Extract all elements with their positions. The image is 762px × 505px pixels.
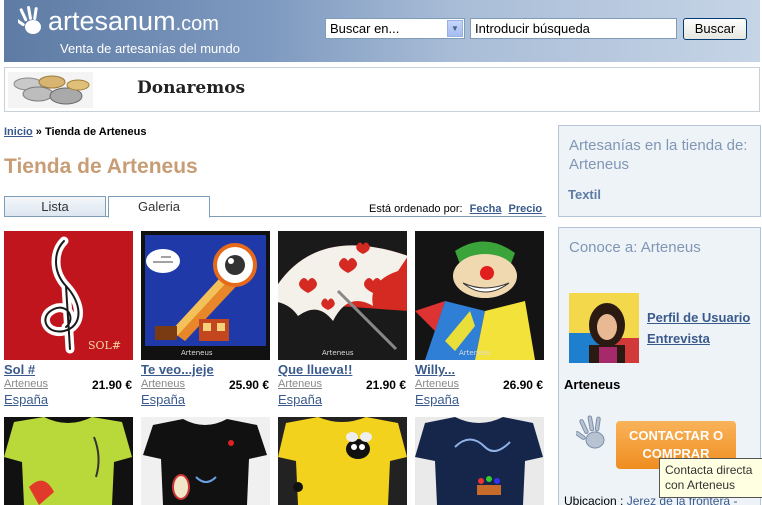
product-image[interactable] [4,417,133,505]
site-tagline: Venta de artesanías del mundo [60,41,240,56]
sort-label: Está ordenado por: [369,203,463,215]
product-image[interactable] [278,417,407,505]
interview-link[interactable]: Entrevista [647,331,710,346]
thumb-brand: Arteneus [322,349,354,357]
thumb-brand: Arteneus [181,349,213,357]
product-country[interactable]: España [415,392,459,407]
location-label: Ubicacion : [564,494,624,505]
search-scope-select[interactable]: Buscar en... ▼ [325,18,465,39]
product-image[interactable]: Arteneus [141,231,270,360]
breadcrumb-current: Tienda de Arteneus [44,126,147,138]
product-country[interactable]: España [4,392,48,407]
breadcrumb-home-link[interactable]: Inicio [4,126,33,138]
site-header: artesanum.com Venta de artesanías del mu… [4,0,760,62]
search-input[interactable]: Introducir búsqueda [470,18,677,39]
product-name[interactable]: Sol # [4,362,35,377]
thumb-brand: Arteneus [459,349,491,357]
logo-hand-icon [18,6,41,34]
product-price: 26.90 € [502,378,543,392]
product-image[interactable]: Arteneus [278,231,407,360]
store-categories-title: Artesanías en la tienda de: Arteneus [569,137,748,173]
thumb-caption-sol: SOL# [88,339,121,352]
search-scope-value: Buscar en... [330,21,400,36]
profile-link[interactable]: Perfil de Usuario [647,310,750,325]
product-name[interactable]: Willy... [415,362,455,377]
seller-name: Arteneus [564,377,621,392]
hand-icon [576,415,605,449]
search-button[interactable]: Buscar [683,18,747,40]
site-logo[interactable]: artesanum.com [48,6,219,37]
product-price: 25.90 € [228,378,269,392]
product-image[interactable]: Arteneus [415,231,544,360]
product-image[interactable]: SOL# [4,231,133,360]
tab-galeria[interactable]: Galeria [108,196,210,218]
product-country[interactable]: España [278,392,322,407]
product-seller[interactable]: Arteneus [278,378,322,390]
category-textil-link[interactable]: Textil [568,187,601,202]
product-price: 21.90 € [91,378,132,392]
store-categories-box: Artesanías en la tienda de: Arteneus Tex… [558,125,761,217]
avatar[interactable] [569,293,639,363]
product-seller[interactable]: Arteneus [4,378,48,390]
product-name[interactable]: Que llueva!! [278,362,352,377]
banner-title: Donaremos [137,78,246,98]
product-image[interactable] [141,417,270,505]
coins-icon [8,72,93,108]
sort-controls: Está ordenado por: Fecha Precio [369,203,542,215]
sort-precio-link[interactable]: Precio [509,203,543,215]
chevron-down-icon[interactable]: ▼ [447,20,463,37]
sort-fecha-link[interactable]: Fecha [470,203,502,215]
tooltip-line-2: con Arteneus [665,478,736,492]
product-country[interactable]: España [141,392,185,407]
product-image[interactable] [415,417,544,505]
donaremos-banner[interactable]: Donaremos [4,67,760,112]
contact-tooltip: Contacta directa con Arteneus [659,458,762,498]
tab-lista[interactable]: Lista [4,196,106,217]
breadcrumb: Inicio » Tienda de Arteneus [4,126,146,138]
product-price: 21.90 € [365,378,406,392]
seller-info-title: Conoce a: Arteneus [569,239,701,256]
product-seller[interactable]: Arteneus [141,378,185,390]
tooltip-line-1: Contacta directa [665,463,753,477]
product-name[interactable]: Te veo...jeje [141,362,214,377]
product-seller[interactable]: Arteneus [415,378,459,390]
breadcrumb-separator: » [35,126,42,138]
page-title: Tienda de Arteneus [4,155,198,178]
